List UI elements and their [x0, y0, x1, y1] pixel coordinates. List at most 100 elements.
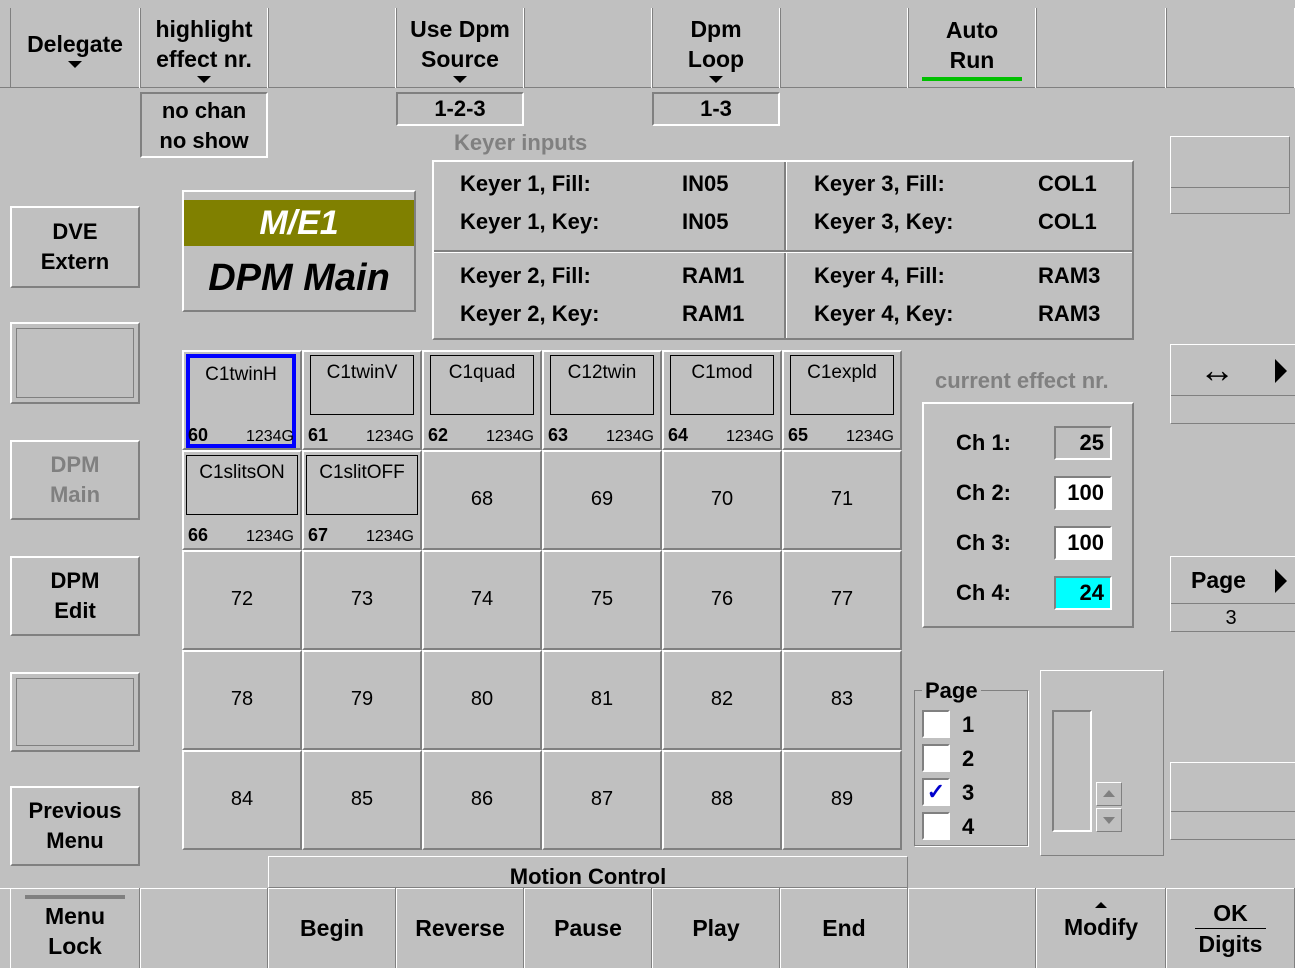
ch4-label: Ch 4:: [956, 580, 1011, 605]
play-button[interactable]: Play: [652, 888, 780, 968]
effect-tile-67[interactable]: C1slitOFF 67 1234G: [302, 450, 422, 550]
pause-button[interactable]: Pause: [524, 888, 652, 968]
right-empty-box-1: [1170, 136, 1290, 214]
effect-tile-65[interactable]: C1expld 65 1234G: [782, 350, 902, 450]
keyer-3-fill-label: Keyer 3, Fill:: [814, 171, 945, 196]
chevron-down-icon: [709, 75, 723, 83]
effect-number: 68: [470, 488, 494, 510]
keyer-4-fill-value: RAM3: [1038, 263, 1101, 288]
reverse-button[interactable]: Reverse: [396, 888, 524, 968]
scroll-divider: [1171, 395, 1295, 396]
end-button[interactable]: End: [780, 888, 908, 968]
previous-menu-button[interactable]: Previous Menu: [10, 786, 140, 866]
keyer-4-key-value: RAM3: [1038, 301, 1101, 326]
page-next-button[interactable]: Page 3: [1170, 556, 1295, 632]
effect-tile-61[interactable]: C1twinV 61 1234G: [302, 350, 422, 450]
effect-tile-87[interactable]: 87: [542, 750, 662, 850]
dpm-main-button[interactable]: DPM Main: [10, 440, 140, 520]
effect-tile-84[interactable]: 84: [182, 750, 302, 850]
dpm-loop-button[interactable]: Dpm Loop: [652, 8, 780, 88]
effect-tile-80[interactable]: 80: [422, 650, 542, 750]
effect-tile-72[interactable]: 72: [182, 550, 302, 650]
effect-tile-74[interactable]: 74: [422, 550, 542, 650]
effect-number: 75: [590, 588, 614, 610]
effect-tile-73[interactable]: 73: [302, 550, 422, 650]
spin-down-button[interactable]: [1096, 808, 1122, 832]
ch3-value[interactable]: 100: [1054, 526, 1112, 560]
effect-channels: 1234G: [725, 428, 774, 445]
modify-button[interactable]: Modify: [1036, 888, 1166, 968]
pause-label: Pause: [554, 915, 622, 941]
effect-tile-82[interactable]: 82: [662, 650, 782, 750]
begin-button[interactable]: Begin: [268, 888, 396, 968]
effect-number: 70: [710, 488, 734, 510]
effect-tile-88[interactable]: 88: [662, 750, 782, 850]
page-4-checkbox[interactable]: [922, 812, 950, 840]
effect-number: 83: [830, 688, 854, 710]
ch2-value[interactable]: 100: [1054, 476, 1112, 510]
menu-lock-label-1: Menu: [44, 903, 106, 929]
effect-tile-77[interactable]: 77: [782, 550, 902, 650]
delegate-button[interactable]: Delegate: [10, 8, 140, 88]
effect-tile-79[interactable]: 79: [302, 650, 422, 750]
effect-number: 87: [590, 788, 614, 810]
page-2-checkbox[interactable]: [922, 744, 950, 772]
effect-tile-62[interactable]: C1quad 62 1234G: [422, 350, 542, 450]
highlight-status-1: no chan: [161, 98, 247, 123]
dpm-edit-label-1: DPM: [50, 568, 100, 593]
page-1-checkbox[interactable]: [922, 710, 950, 738]
effect-tile-69[interactable]: 69: [542, 450, 662, 550]
effect-number: 73: [350, 588, 374, 610]
dve-extern-button[interactable]: DVE Extern: [10, 206, 140, 288]
effect-tile-71[interactable]: 71: [782, 450, 902, 550]
effect-tile-86[interactable]: 86: [422, 750, 542, 850]
slider-track[interactable]: [1052, 710, 1092, 832]
top-empty-1: [268, 8, 396, 88]
digits-label: Digits: [1198, 930, 1263, 957]
effect-tile-63[interactable]: C12twin 63 1234G: [542, 350, 662, 450]
effect-tile-83[interactable]: 83: [782, 650, 902, 750]
effect-channels: 1234G: [245, 528, 294, 545]
auto-run-label-2: Run: [949, 47, 995, 73]
dpm-edit-button[interactable]: DPM Edit: [10, 556, 140, 636]
arrow-down-icon: [1103, 817, 1115, 824]
effect-channels: 1234G: [245, 428, 294, 445]
bottom-empty-1: [140, 888, 268, 968]
effect-tile-85[interactable]: 85: [302, 750, 422, 850]
effect-tile-66[interactable]: C1slitsON 66 1234G: [182, 450, 302, 550]
highlight-effect-button[interactable]: highlight effect nr.: [140, 8, 268, 88]
ch4-value[interactable]: 24: [1054, 576, 1112, 610]
keyer-2-fill-label: Keyer 2, Fill:: [460, 263, 591, 288]
effect-tile-70[interactable]: 70: [662, 450, 782, 550]
effect-thumb: C1quad: [430, 355, 534, 415]
effect-tile-78[interactable]: 78: [182, 650, 302, 750]
play-label: Play: [692, 915, 740, 941]
spin-up-button[interactable]: [1096, 782, 1122, 806]
use-dpm-source-button[interactable]: Use Dpm Source: [396, 8, 524, 88]
effect-number: 88: [710, 788, 734, 810]
dve-label-2: Extern: [40, 249, 110, 274]
effect-number: 85: [350, 788, 374, 810]
scroll-arrows-button[interactable]: ↔: [1170, 344, 1295, 424]
effect-tile-60[interactable]: C1twinH 60 1234G: [182, 350, 302, 450]
effect-tile-76[interactable]: 76: [662, 550, 782, 650]
page-1-label: 1: [962, 712, 975, 737]
effect-tile-68[interactable]: 68: [422, 450, 542, 550]
effect-tile-81[interactable]: 81: [542, 650, 662, 750]
auto-run-button[interactable]: Auto Run: [908, 8, 1036, 88]
page-3-checkbox[interactable]: ✓: [922, 778, 950, 806]
effect-tile-75[interactable]: 75: [542, 550, 662, 650]
effect-thumb: C1expld: [790, 355, 894, 415]
effect-grid: C1twinH 60 1234G C1twinV 61 1234G C1quad…: [182, 350, 904, 852]
keyer-1-key-value: IN05: [682, 209, 729, 234]
effect-tile-64[interactable]: C1mod 64 1234G: [662, 350, 782, 450]
page-current-value: 3: [1225, 607, 1237, 629]
effect-tile-89[interactable]: 89: [782, 750, 902, 850]
effect-thumb: C1slitsON: [186, 455, 298, 515]
side-empty-button-2[interactable]: [10, 672, 140, 752]
effect-number: 78: [230, 688, 254, 710]
menu-lock-button[interactable]: Menu Lock: [10, 888, 140, 968]
side-empty-button-1[interactable]: [10, 322, 140, 404]
ok-digits-button[interactable]: OK Digits: [1166, 888, 1295, 968]
top-empty-5: [1166, 8, 1295, 88]
